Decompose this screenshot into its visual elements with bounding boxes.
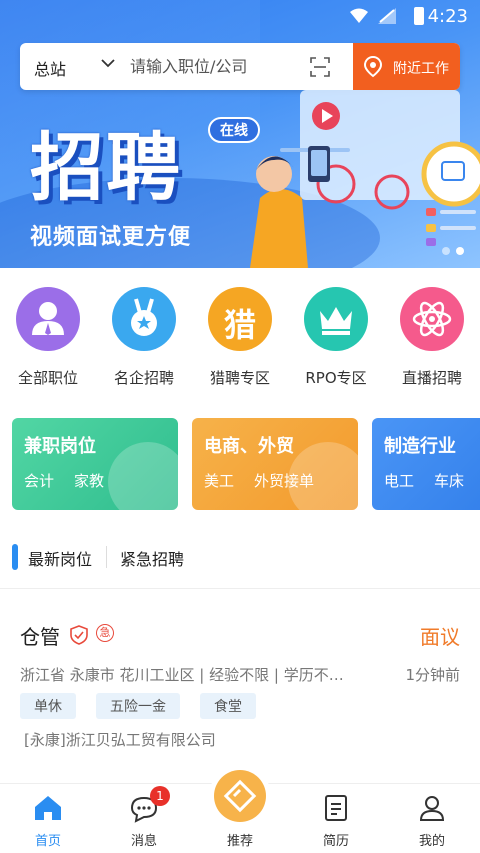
urgent-badge: 急	[96, 624, 114, 642]
category-all-jobs[interactable]: 全部职位	[0, 285, 96, 388]
money-bag-icon	[108, 442, 178, 510]
signal-icon	[378, 8, 396, 24]
city-selector[interactable]: 总站	[34, 56, 66, 80]
banner-subtitle: 视频面试更方便	[30, 225, 192, 250]
medal-icon	[112, 287, 176, 351]
recommend-button[interactable]	[214, 770, 266, 822]
job-time: 1分钟前	[405, 666, 460, 684]
user-icon	[419, 796, 445, 821]
job-tabs: 最新岗位 紧急招聘	[0, 540, 480, 574]
search-bar: 总站 附近工作	[20, 43, 460, 90]
card-subitem: 家教	[74, 472, 105, 490]
scan-icon[interactable]	[310, 57, 330, 77]
home-icon	[35, 796, 61, 820]
category-label: 名企招聘	[113, 369, 174, 387]
tab-divider	[106, 546, 107, 568]
wifi-icon	[350, 8, 368, 23]
nav-label: 我的	[418, 834, 445, 849]
card-subitem: 会计	[24, 472, 55, 490]
job-tag: 单休	[20, 693, 76, 719]
nav-label: 消息	[130, 834, 157, 849]
nav-home[interactable]: 首页	[0, 784, 96, 853]
category-headhunting[interactable]: 猎 猎聘专区	[192, 285, 288, 388]
company-name: [永康]浙江贝弘工贸有限公司	[24, 731, 216, 749]
tab-urgent-jobs[interactable]: 紧急招聘	[120, 546, 184, 570]
job-tag: 五险一金	[96, 693, 180, 719]
card-part-time[interactable]: 兼职岗位 会计 家教	[12, 418, 178, 510]
card-subitem: 电工	[384, 472, 415, 490]
status-time: 4:23	[427, 6, 468, 27]
card-title: 制造行业	[384, 436, 456, 457]
carousel-dots	[442, 247, 464, 255]
nav-label: 首页	[34, 834, 61, 849]
category-grid: 全部职位 名企招聘 猎 猎聘专区 RPO专区 直播招聘	[0, 285, 480, 395]
nav-label: 简历	[322, 834, 349, 849]
search-input[interactable]	[130, 55, 310, 77]
nav-messages[interactable]: 1 消息	[96, 784, 192, 853]
category-label: 全部职位	[17, 369, 78, 387]
carousel-dot	[442, 247, 450, 255]
job-meta: 浙江省 永康市 花川工业区 | 经验不限 | 学历不…	[20, 666, 344, 684]
verified-shield-icon	[70, 625, 88, 645]
banner-illustration	[250, 90, 480, 268]
nearby-jobs-button[interactable]: 附近工作	[353, 43, 460, 90]
card-subitem: 美工	[204, 472, 235, 490]
nav-label: 推荐	[226, 834, 253, 849]
atom-icon	[400, 287, 464, 351]
nearby-jobs-label: 附近工作	[393, 61, 449, 77]
job-tag: 食堂	[200, 693, 256, 719]
message-count-badge: 1	[150, 786, 170, 806]
banner[interactable]: 4:23 总站 附近工作 招聘 在线 视频面试更方便	[0, 0, 480, 268]
location-pin-icon	[363, 56, 383, 78]
category-famous-companies[interactable]: 名企招聘	[96, 285, 192, 388]
status-bar: 4:23	[0, 0, 480, 34]
active-tab-indicator	[12, 544, 18, 570]
job-listing[interactable]: 仓管 急 面议 浙江省 永康市 花川工业区 | 经验不限 | 学历不… 1分钟前…	[0, 605, 480, 775]
banner-headline: 招聘	[30, 125, 182, 211]
nav-mine[interactable]: 我的	[384, 784, 480, 853]
person-icon	[16, 287, 80, 351]
nav-resume[interactable]: 简历	[288, 784, 384, 853]
job-title: 仓管	[20, 625, 60, 649]
category-rpo[interactable]: RPO专区	[288, 285, 384, 388]
card-title: 兼职岗位	[24, 436, 96, 457]
carousel-dot-active	[456, 247, 464, 255]
card-ecommerce[interactable]: 电商、外贸 美工 外贸接单	[192, 418, 358, 510]
hunt-icon-glyph: 猎	[223, 306, 256, 344]
hunt-icon: 猎	[208, 287, 272, 351]
chevron-down-icon[interactable]	[100, 55, 116, 71]
feature-cards: 兼职岗位 会计 家教 电商、外贸 美工 外贸接单 制造行业 电工 车床	[0, 418, 480, 510]
category-label: 猎聘专区	[209, 369, 270, 387]
divider	[0, 588, 480, 589]
battery-icon	[414, 7, 424, 25]
category-label: RPO专区	[305, 369, 367, 387]
card-manufacturing[interactable]: 制造行业 电工 车床	[372, 418, 480, 510]
card-subitem: 外贸接单	[254, 472, 315, 490]
diamond-icon	[223, 779, 257, 813]
crown-icon	[304, 287, 368, 351]
job-salary: 面议	[420, 625, 460, 649]
category-label: 直播招聘	[401, 369, 462, 387]
card-title: 电商、外贸	[204, 436, 294, 457]
job-tags: 单休 五险一金 食堂	[20, 693, 256, 719]
category-live[interactable]: 直播招聘	[384, 285, 480, 388]
tab-latest-jobs[interactable]: 最新岗位	[28, 546, 92, 570]
card-subitem: 车床	[434, 472, 465, 490]
resume-icon	[325, 795, 347, 821]
